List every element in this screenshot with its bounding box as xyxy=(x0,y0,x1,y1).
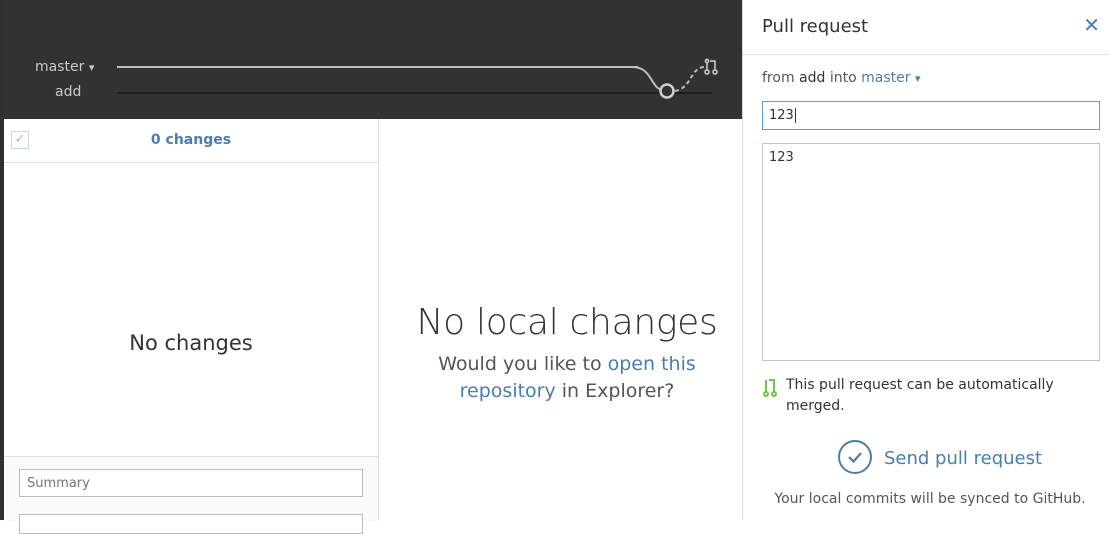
send-pull-request-label: Send pull request xyxy=(884,448,1043,469)
page-title: No local changes xyxy=(416,302,718,343)
source-branch: add xyxy=(799,70,826,86)
pull-request-icon xyxy=(704,58,718,75)
changes-header: ✓ 0 changes xyxy=(4,119,378,163)
pull-request-title-input[interactable]: 123 xyxy=(762,101,1100,130)
main-content: No local changes Would you like to open … xyxy=(379,119,742,520)
divider xyxy=(743,54,1109,55)
branch-selector-row: from add into master ▾ xyxy=(762,70,921,86)
pull-request-panel: Pull request ✕ from add into master ▾ 12… xyxy=(742,0,1109,520)
open-in-explorer-prompt: Would you like to open this repository i… xyxy=(438,353,696,402)
commit-area xyxy=(4,456,378,534)
panel-title: Pull request xyxy=(762,16,869,37)
branch-graph: master ▾ add xyxy=(4,0,742,119)
sync-note: Your local commits will be synced to Git… xyxy=(774,491,1086,507)
text-cursor xyxy=(794,108,796,123)
branch-graph-lines xyxy=(117,58,718,99)
description-input[interactable] xyxy=(19,514,363,534)
changes-count: 0 changes xyxy=(150,132,232,148)
git-merge-icon xyxy=(763,379,777,397)
target-branch-dropdown[interactable]: master ▾ xyxy=(861,70,920,86)
close-icon[interactable]: ✕ xyxy=(1083,13,1100,37)
pull-request-description-input[interactable]: 123 xyxy=(762,143,1100,361)
changes-panel: ✓ 0 changes No changes xyxy=(4,119,379,534)
check-circle-icon xyxy=(838,440,872,474)
pending-merge-curve xyxy=(674,66,705,92)
summary-input[interactable] xyxy=(19,469,363,497)
empty-state-label: No changes xyxy=(129,331,253,355)
merge-status-text: This pull request can be automatically m… xyxy=(786,377,1054,414)
checkmark-icon xyxy=(848,452,862,464)
chevron-down-icon: ▾ xyxy=(914,72,921,85)
commit-node[interactable] xyxy=(659,83,675,99)
